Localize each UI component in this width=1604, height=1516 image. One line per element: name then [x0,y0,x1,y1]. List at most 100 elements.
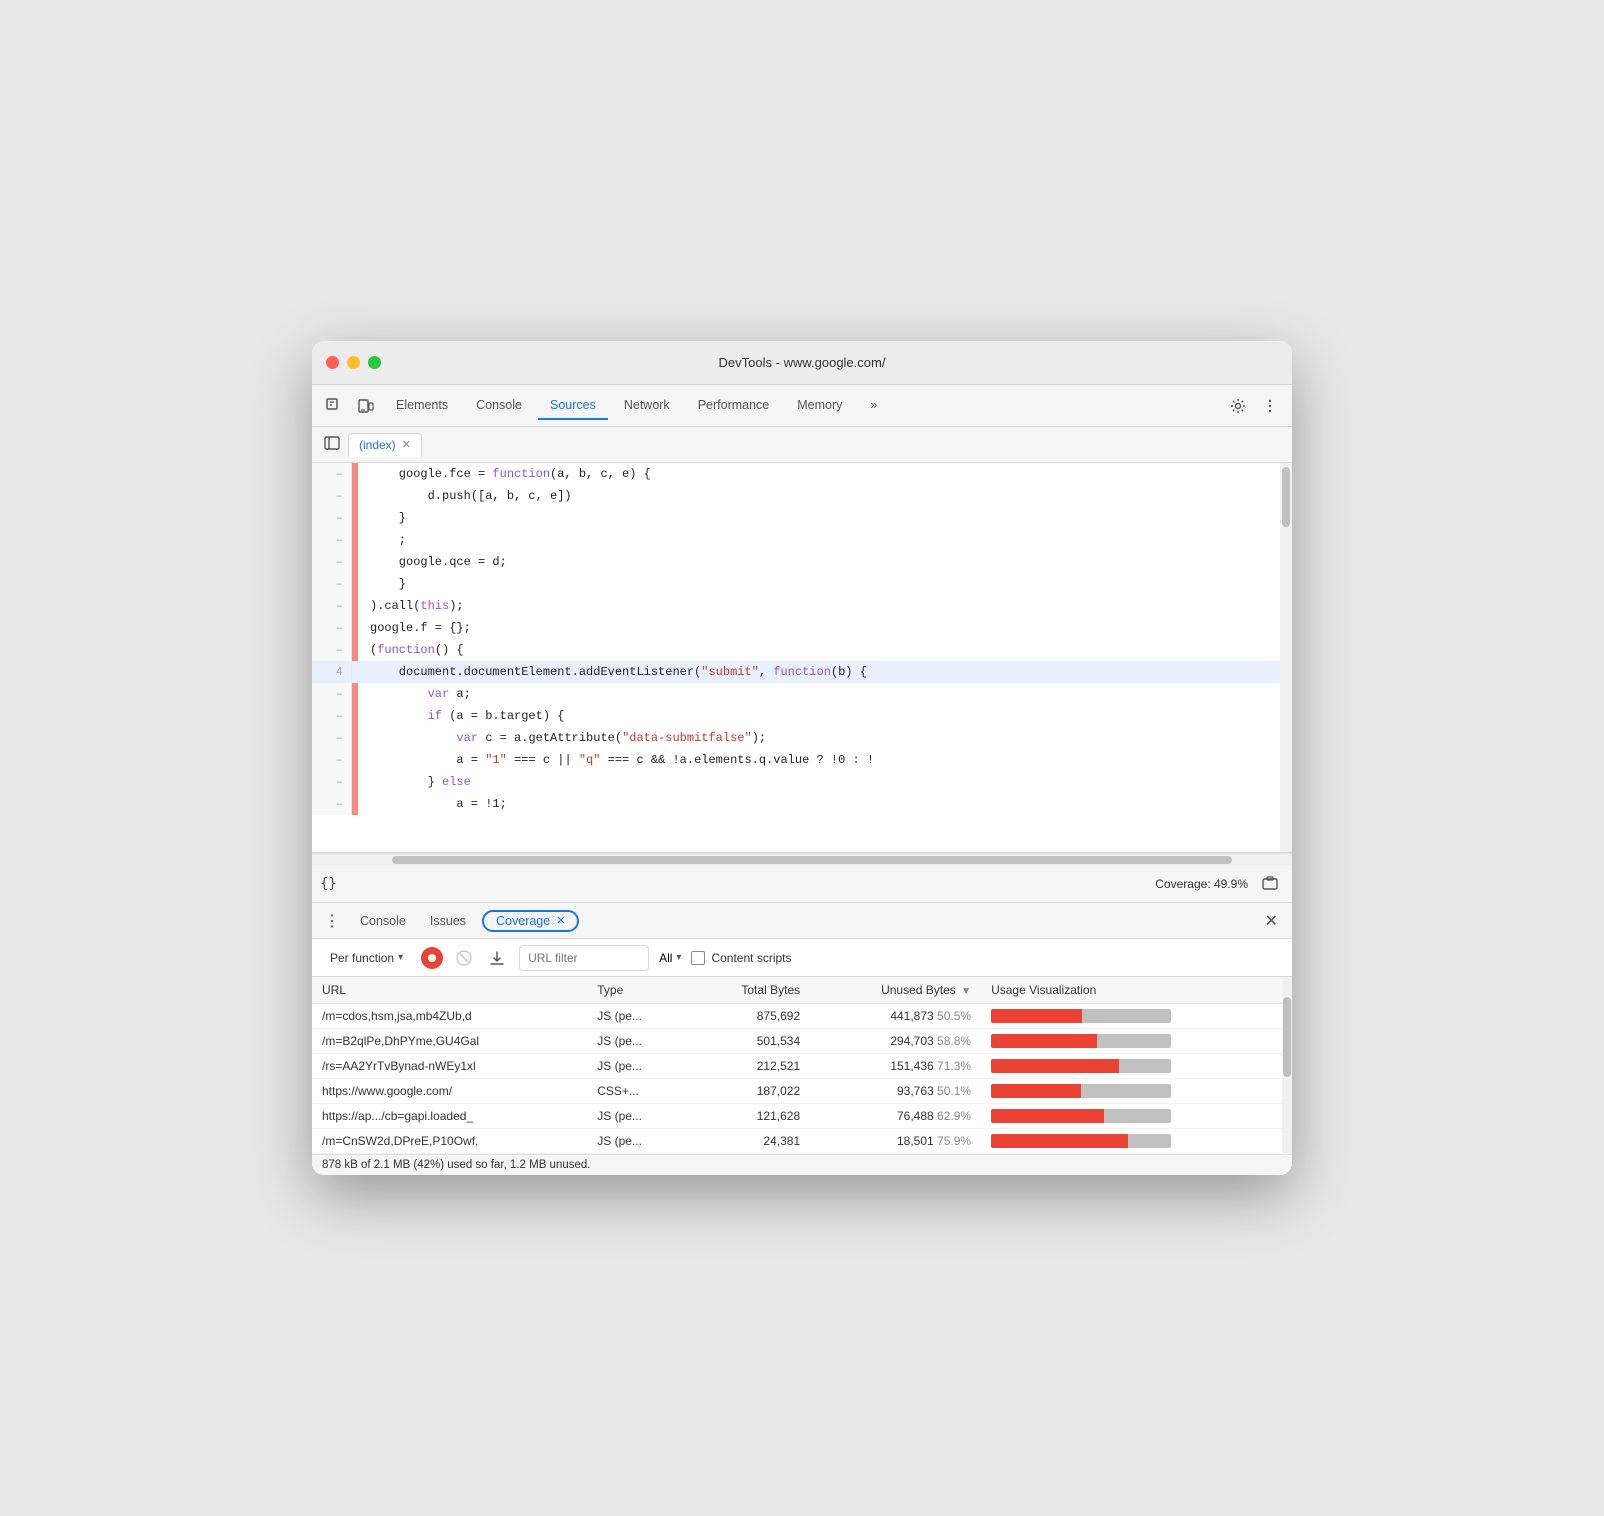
window-title: DevTools - www.google.com/ [719,355,886,370]
screenshot-icon [1262,876,1278,892]
cell-total-bytes: 212,521 [688,1054,810,1079]
code-line: – var a; [312,683,1280,705]
devtools-window: DevTools - www.google.com/ Elements Cons… [312,341,1292,1175]
cell-total-bytes: 121,628 [688,1104,810,1129]
main-toolbar: Elements Console Sources Network Perform… [312,385,1292,427]
code-line: – if (a = b.target) { [312,705,1280,727]
per-function-label: Per function [330,951,394,965]
cell-total-bytes: 501,534 [688,1029,810,1054]
tab-console-bottom[interactable]: Console [352,910,414,932]
device-icon [358,398,374,414]
source-tab-label: (index) [359,438,396,452]
scrollbar-thumb-h [392,856,1232,864]
col-type[interactable]: Type [587,977,688,1004]
device-toolbar-button[interactable] [352,394,380,418]
tab-console[interactable]: Console [464,392,534,420]
cell-url: /m=CnSW2d,DPreE,P10Owf, [312,1129,587,1154]
tab-coverage-active[interactable]: Coverage ✕ [482,910,579,932]
titlebar: DevTools - www.google.com/ [312,341,1292,385]
cell-usage-visualization [981,1079,1292,1104]
source-file-tab[interactable]: (index) ✕ [348,433,422,457]
table-row[interactable]: https://ap.../cb=gapi.loaded_ JS (pe... … [312,1104,1292,1129]
col-usage-visualization[interactable]: Usage Visualization [981,977,1292,1004]
minimize-button[interactable] [347,356,360,369]
col-unused-bytes[interactable]: Unused Bytes ▼ [810,977,981,1004]
content-scripts-checkbox[interactable] [691,951,705,965]
code-line: – d.push([a, b, c, e]) [312,485,1280,507]
table-row[interactable]: /m=B2qlPe,DhPYme,GU4Gal JS (pe... 501,53… [312,1029,1292,1054]
sort-icon: ▼ [961,986,971,997]
code-lines: – google.fce = function(a, b, c, e) { – … [312,463,1280,815]
col-url[interactable]: URL [312,977,587,1004]
record-icon [428,954,436,962]
toggle-sidebar-button[interactable] [320,431,344,458]
tab-network[interactable]: Network [612,392,682,420]
table-row[interactable]: /rs=AA2YrTvBynad-nWEy1xl JS (pe... 212,5… [312,1054,1292,1079]
cell-unused-bytes: 441,873 50.5% [810,1004,981,1029]
cell-usage-visualization [981,1029,1292,1054]
bottom-toolbar-left: {} [320,876,337,892]
cell-usage-visualization [981,1004,1292,1029]
close-bottom-panel-button[interactable]: ✕ [1259,909,1284,933]
traffic-lights [326,356,381,369]
tab-elements[interactable]: Elements [384,392,460,420]
coverage-table-body: /m=cdos,hsm,jsa,mb4ZUb,d JS (pe... 875,6… [312,1004,1292,1154]
sidebar-icon [324,435,340,451]
code-line: – ).call(this); [312,595,1280,617]
table-row[interactable]: /m=CnSW2d,DPreE,P10Owf, JS (pe... 24,381… [312,1129,1292,1154]
table-row[interactable]: /m=cdos,hsm,jsa,mb4ZUb,d JS (pe... 875,6… [312,1004,1292,1029]
cell-url: /m=cdos,hsm,jsa,mb4ZUb,d [312,1004,587,1029]
cell-url: https://ap.../cb=gapi.loaded_ [312,1104,587,1129]
table-scrollbar[interactable] [1282,977,1292,1154]
stop-button[interactable] [453,947,475,969]
tab-issues-bottom[interactable]: Issues [422,910,474,932]
code-content[interactable]: – google.fce = function(a, b, c, e) { – … [312,463,1280,852]
settings-button[interactable] [1224,394,1252,418]
scrollbar-thumb [1282,467,1290,527]
tab-sources[interactable]: Sources [538,392,608,420]
close-coverage-tab[interactable]: ✕ [556,914,565,927]
kebab-icon [1262,398,1278,414]
record-button[interactable] [421,947,443,969]
close-tab-button[interactable]: ✕ [402,438,411,451]
cell-type: CSS+... [587,1079,688,1104]
coverage-menu-button[interactable]: ⋮ [320,909,344,933]
code-line: – (function() { [312,639,1280,661]
table-row[interactable]: https://www.google.com/ CSS+... 187,022 … [312,1079,1292,1104]
chevron-down-icon: ▾ [398,952,403,963]
stop-icon [456,950,472,966]
cell-unused-bytes: 151,436 71.3% [810,1054,981,1079]
status-text: 878 kB of 2.1 MB (42%) used so far, 1.2 … [322,1159,590,1171]
per-function-button[interactable]: Per function ▾ [322,947,411,969]
cell-total-bytes: 875,692 [688,1004,810,1029]
tab-more[interactable]: » [858,392,889,420]
cell-type: JS (pe... [587,1029,688,1054]
code-line: – google.qce = d; [312,551,1280,573]
code-line: – google.fce = function(a, b, c, e) { [312,463,1280,485]
more-options-button[interactable] [1256,394,1284,418]
coverage-tabs-bar: ⋮ Console Issues Coverage ✕ ✕ [312,903,1292,939]
tab-memory[interactable]: Memory [785,392,854,420]
code-line-4: 4 document.documentElement.addEventListe… [312,661,1280,683]
cell-url: https://www.google.com/ [312,1079,587,1104]
code-line: – var c = a.getAttribute("data-submitfal… [312,727,1280,749]
tab-performance[interactable]: Performance [686,392,782,420]
inspect-element-button[interactable] [320,394,348,418]
filter-chevron-icon: ▾ [676,952,681,963]
code-line: – } [312,507,1280,529]
cell-total-bytes: 24,381 [688,1129,810,1154]
code-scrollbar-vertical[interactable] [1280,463,1292,852]
all-filter[interactable]: All ▾ [659,951,681,965]
gear-icon [1230,398,1246,414]
coverage-controls: Per function ▾ All ▾ [312,939,1292,977]
screenshot-button[interactable] [1256,872,1284,896]
url-filter-input[interactable] [519,945,649,971]
code-scrollbar-horizontal[interactable] [312,853,1292,865]
content-scripts-label[interactable]: Content scripts [691,951,791,965]
maximize-button[interactable] [368,356,381,369]
bottom-panel: {} Coverage: 49.9% ⋮ Console Issues Cove… [312,865,1292,1175]
close-button[interactable] [326,356,339,369]
bottom-toolbar-right: Coverage: 49.9% [1155,872,1284,896]
col-total-bytes[interactable]: Total Bytes [688,977,810,1004]
download-button[interactable] [485,946,509,970]
